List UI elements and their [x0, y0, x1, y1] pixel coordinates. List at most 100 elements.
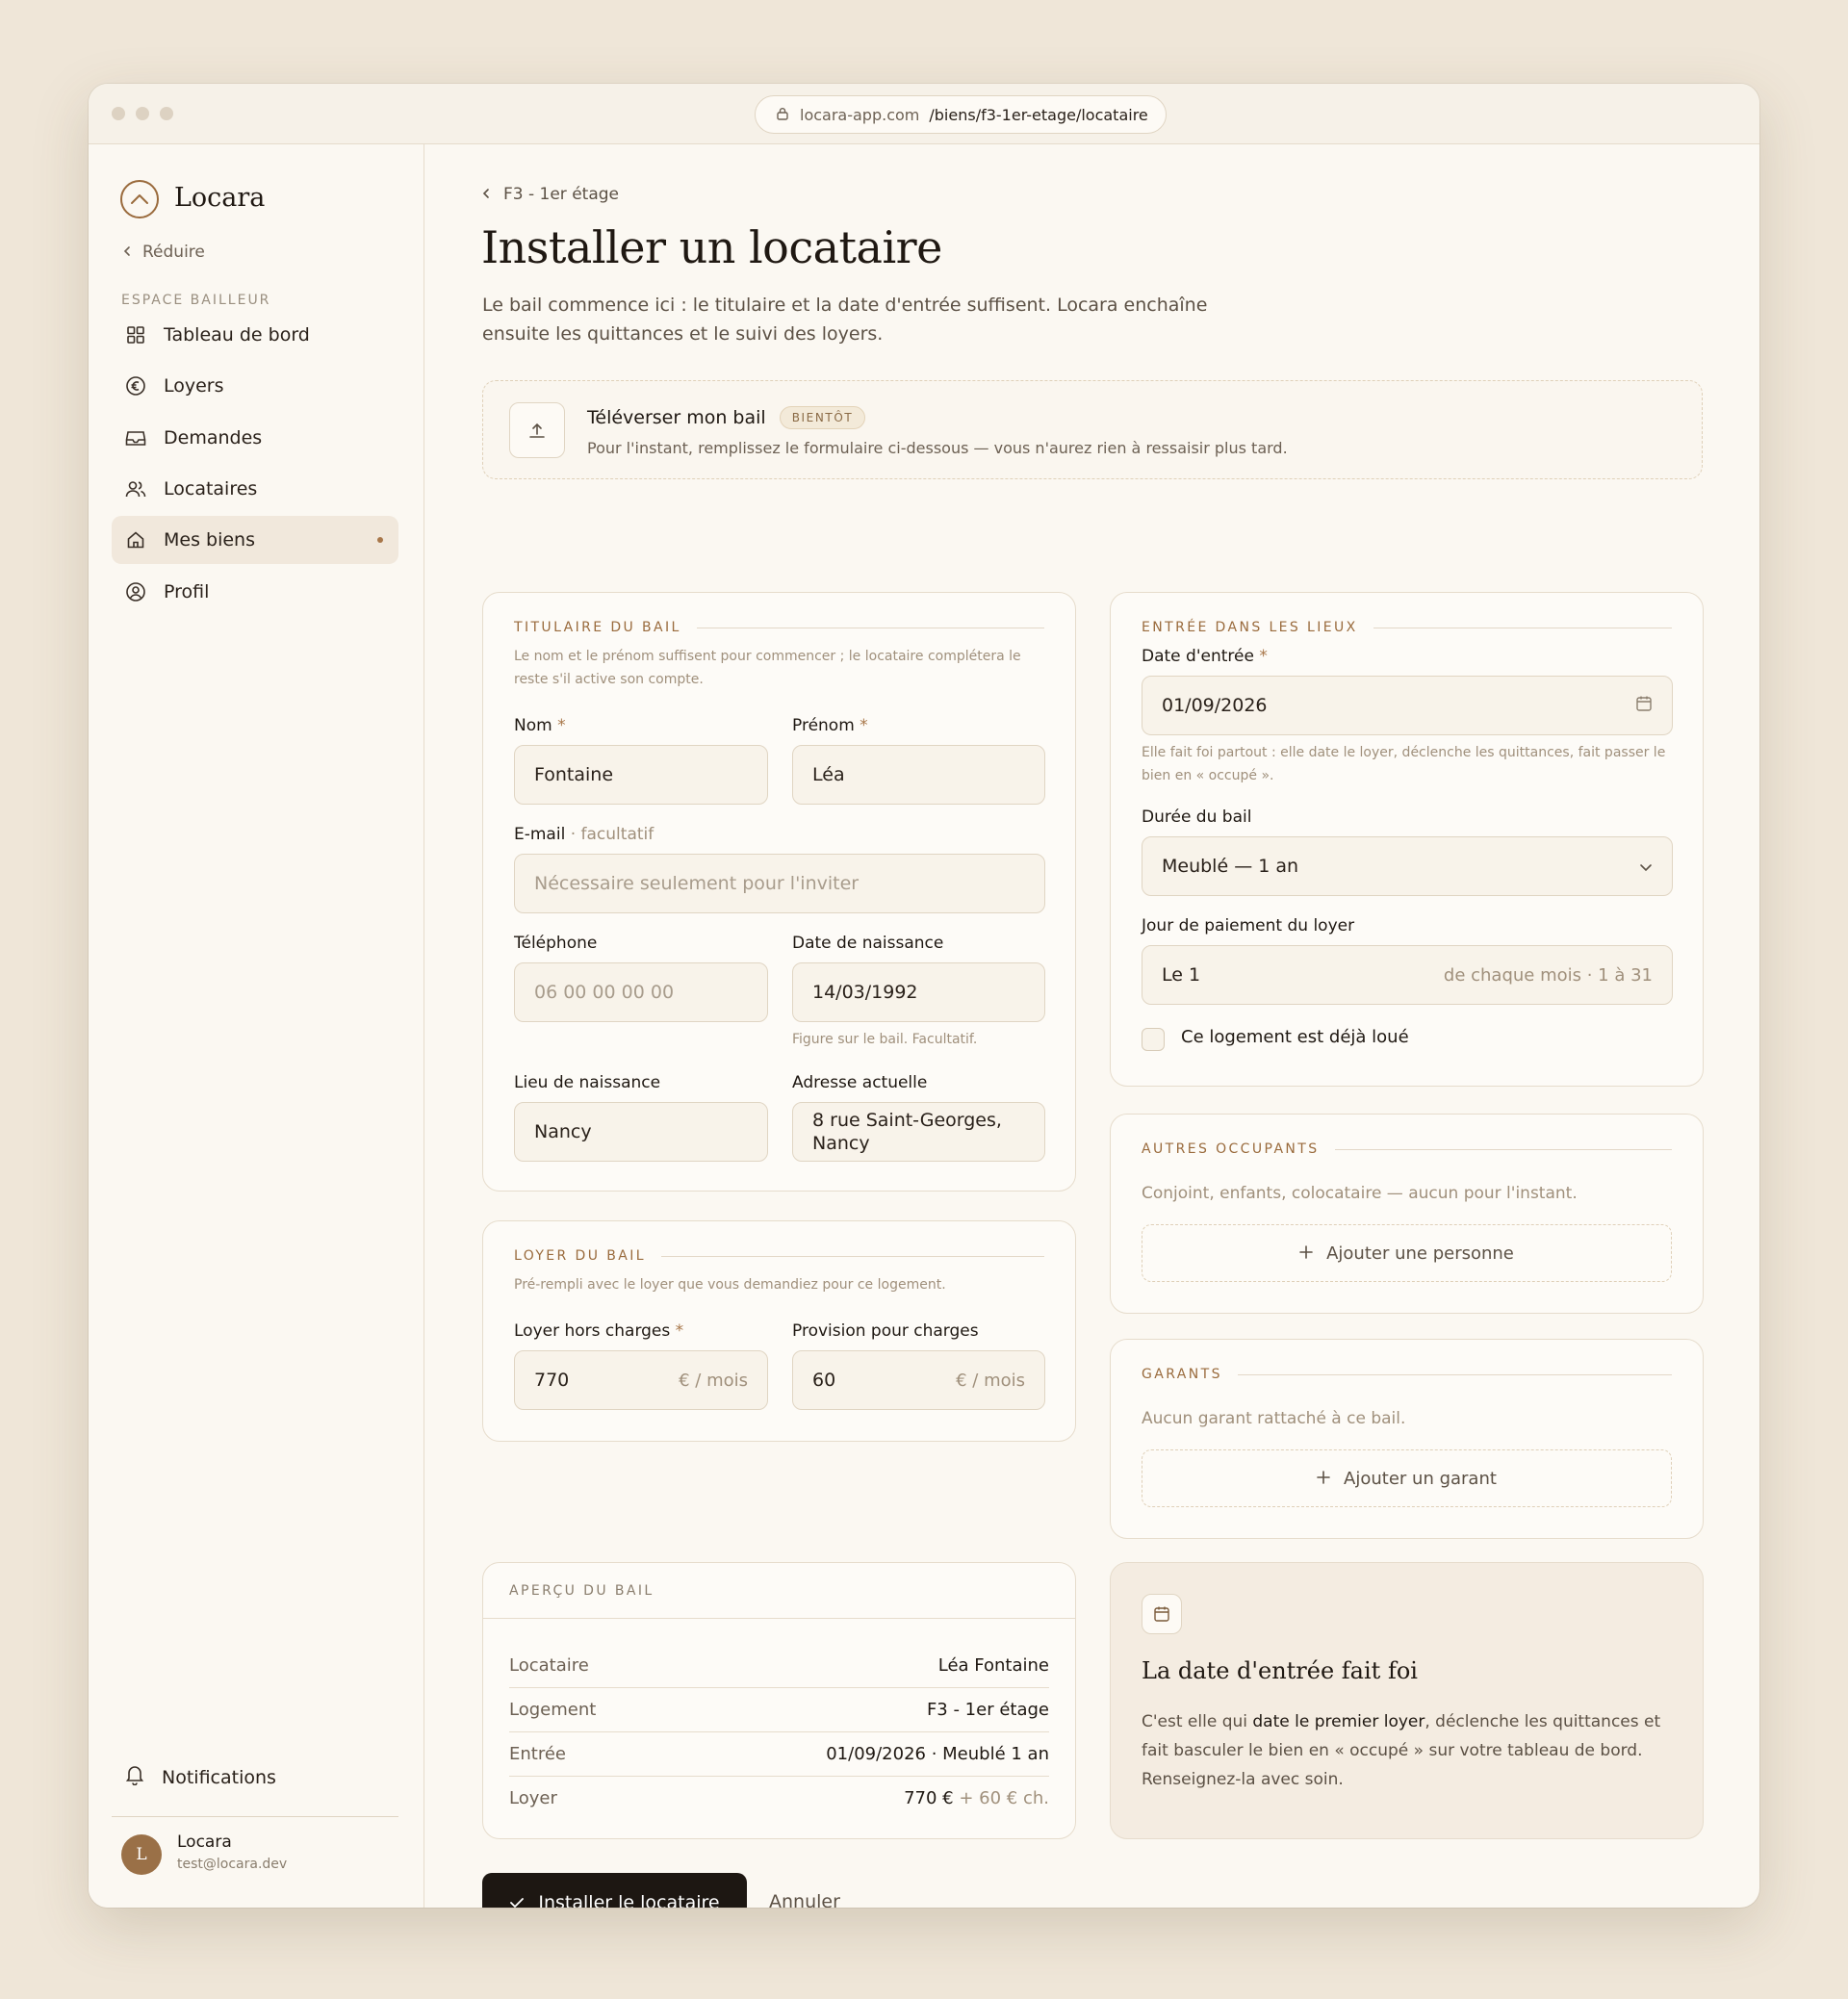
payday-input[interactable]: Le 1 de chaque mois · 1 à 31	[1142, 945, 1673, 1005]
email-label: E-mail · facultatif	[514, 825, 654, 844]
calendar-icon[interactable]	[1635, 695, 1653, 717]
sidebar-item-loyers[interactable]: Loyers	[112, 362, 398, 410]
birthdate-hint: Figure sur le bail. Facultatif.	[792, 1032, 978, 1047]
entry-date-info-card: La date d'entrée fait foi C'est elle qui…	[1110, 1562, 1704, 1839]
card-header: ENTRÉE DANS LES LIEUX	[1142, 620, 1672, 635]
collapse-sidebar-button[interactable]: Réduire	[123, 243, 205, 262]
card-title: GARANTS	[1142, 1367, 1222, 1382]
occupants-card: AUTRES OCCUPANTS Conjoint, enfants, colo…	[1110, 1114, 1704, 1314]
birthdate-label: Date de naissance	[792, 934, 944, 953]
window-maximize-dot[interactable]	[160, 107, 173, 120]
collapse-label: Réduire	[142, 243, 205, 262]
upload-lease-banner: Téléverser mon bail BIENTÔT Pour l'insta…	[482, 380, 1703, 479]
sidebar-item-label: Mes biens	[164, 529, 255, 551]
charges-unit: € / mois	[956, 1370, 1025, 1391]
charges-value: 60	[812, 1370, 836, 1391]
card-title: APERÇU DU BAIL	[483, 1563, 1075, 1619]
birthdate-field[interactable]: 14/03/1992	[792, 962, 1045, 1022]
address-bar[interactable]: locara-app.com /biens/f3-1er-etage/locat…	[755, 95, 1167, 134]
phone-field[interactable]: 06 00 00 00 00	[514, 962, 768, 1022]
plus-icon	[1299, 1243, 1313, 1264]
sidebar-item-profil[interactable]: Profil	[112, 568, 398, 616]
euro-icon	[125, 375, 146, 397]
duration-label: Durée du bail	[1142, 807, 1252, 827]
birthplace-label: Lieu de naissance	[514, 1073, 661, 1092]
url-path: /biens/f3-1er-etage/locataire	[929, 105, 1148, 124]
add-occupant-label: Ajouter une personne	[1326, 1243, 1514, 1264]
chevron-down-icon	[1639, 857, 1653, 877]
add-occupant-button[interactable]: Ajouter une personne	[1142, 1224, 1672, 1282]
card-header: GARANTS	[1142, 1367, 1672, 1382]
notifications-label: Notifications	[162, 1766, 276, 1788]
rent-unit: € / mois	[679, 1370, 748, 1391]
sidebar-item-mes-biens[interactable]: Mes biens	[112, 516, 398, 564]
entry-card: ENTRÉE DANS LES LIEUX Date d'entrée * 01…	[1110, 592, 1704, 1087]
sidebar-item-locataires[interactable]: Locataires	[112, 465, 398, 513]
notifications-button[interactable]: Notifications	[125, 1764, 276, 1790]
bell-icon	[125, 1764, 144, 1790]
rent-value: 770	[534, 1370, 570, 1391]
address-label: Adresse actuelle	[792, 1073, 928, 1092]
summary-row: Entrée 01/09/2026 · Meublé 1 an	[509, 1743, 1049, 1764]
upload-title-row: Téléverser mon bail BIENTÔT	[587, 406, 866, 429]
entry-date-field[interactable]: 01/09/2026	[1142, 676, 1673, 735]
user-circle-icon	[125, 581, 146, 602]
active-indicator-dot	[377, 537, 383, 543]
rent-input[interactable]: 770 € / mois	[514, 1350, 768, 1410]
breadcrumb-label: F3 - 1er étage	[503, 185, 619, 204]
payday-value: Le 1	[1162, 964, 1201, 986]
sidebar-item-dashboard[interactable]: Tableau de bord	[112, 311, 398, 359]
add-guarantor-button[interactable]: Ajouter un garant	[1142, 1449, 1672, 1507]
payday-suffix: de chaque mois · 1 à 31	[1443, 964, 1653, 986]
birthplace-field[interactable]: Nancy	[514, 1102, 768, 1162]
status-badge: BIENTÔT	[779, 406, 866, 429]
prenom-input[interactable]: Léa	[792, 745, 1045, 805]
window-close-dot[interactable]	[112, 107, 125, 120]
cancel-button[interactable]: Annuler	[769, 1891, 840, 1908]
main-content: F3 - 1er étage Installer un locataire Le…	[424, 144, 1759, 1908]
avatar[interactable]: L	[121, 1834, 162, 1875]
sidebar: Locara Réduire ESPACE BAILLEUR Tableau d…	[89, 144, 424, 1908]
info-title: La date d'entrée fait foi	[1142, 1657, 1418, 1684]
install-tenant-button[interactable]: Installer le locataire	[482, 1873, 747, 1908]
user-name: Locara	[177, 1832, 232, 1852]
card-title: ENTRÉE DANS LES LIEUX	[1142, 620, 1358, 635]
page-description: Le bail commence ici : le titulaire et l…	[482, 295, 1208, 345]
rent-card: LOYER DU BAIL Pré-rempli avec le loyer q…	[482, 1220, 1076, 1442]
breadcrumb[interactable]: F3 - 1er étage	[482, 185, 619, 204]
email-field[interactable]: Nécessaire seulement pour l'inviter	[514, 854, 1045, 913]
sidebar-item-label: Locataires	[164, 478, 258, 500]
already-rented-checkbox[interactable]	[1142, 1028, 1165, 1051]
card-subtitle: Pré-rempli avec le loyer que vous demand…	[514, 1277, 946, 1293]
sidebar-item-label: Demandes	[164, 427, 263, 448]
url-host: locara-app.com	[800, 105, 920, 124]
nom-label: Nom *	[514, 716, 566, 735]
card-header: AUTRES OCCUPANTS	[1142, 1141, 1672, 1157]
sidebar-item-demandes[interactable]: Demandes	[112, 414, 398, 462]
payday-label: Jour de paiement du loyer	[1142, 916, 1355, 935]
entry-date-hint: Elle fait foi partout : elle date le loy…	[1142, 745, 1666, 783]
brand-name: Locara	[174, 183, 266, 213]
card-header: TITULAIRE DU BAIL	[514, 620, 1044, 635]
duration-select[interactable]: Meublé — 1 an	[1142, 836, 1673, 896]
plus-icon	[1317, 1469, 1330, 1489]
upload-icon	[509, 402, 565, 458]
lease-summary-card: APERÇU DU BAIL Locataire Léa Fontaine Log…	[482, 1562, 1076, 1839]
already-rented-label[interactable]: Ce logement est déjà loué	[1181, 1027, 1409, 1047]
check-icon	[509, 1892, 525, 1908]
summary-row: Logement F3 - 1er étage	[509, 1699, 1049, 1720]
rent-label: Loyer hors charges *	[514, 1321, 684, 1341]
sidebar-item-label: Profil	[164, 581, 210, 602]
sidebar-section-label: ESPACE BAILLEUR	[121, 293, 271, 308]
address-field[interactable]: 8 rue Saint-Georges, Nancy	[792, 1102, 1045, 1162]
guarantors-card: GARANTS Aucun garant rattaché à ce bail.…	[1110, 1339, 1704, 1539]
nom-input[interactable]: Fontaine	[514, 745, 768, 805]
calendar-icon	[1142, 1594, 1182, 1634]
charges-input[interactable]: 60 € / mois	[792, 1350, 1045, 1410]
users-icon	[125, 478, 146, 500]
lease-holder-card: TITULAIRE DU BAIL Le nom et le prénom su…	[482, 592, 1076, 1192]
sidebar-divider	[112, 1816, 398, 1817]
window-minimize-dot[interactable]	[136, 107, 149, 120]
browser-window: locara-app.com /biens/f3-1er-etage/locat…	[89, 84, 1759, 1908]
lock-icon	[777, 106, 788, 124]
